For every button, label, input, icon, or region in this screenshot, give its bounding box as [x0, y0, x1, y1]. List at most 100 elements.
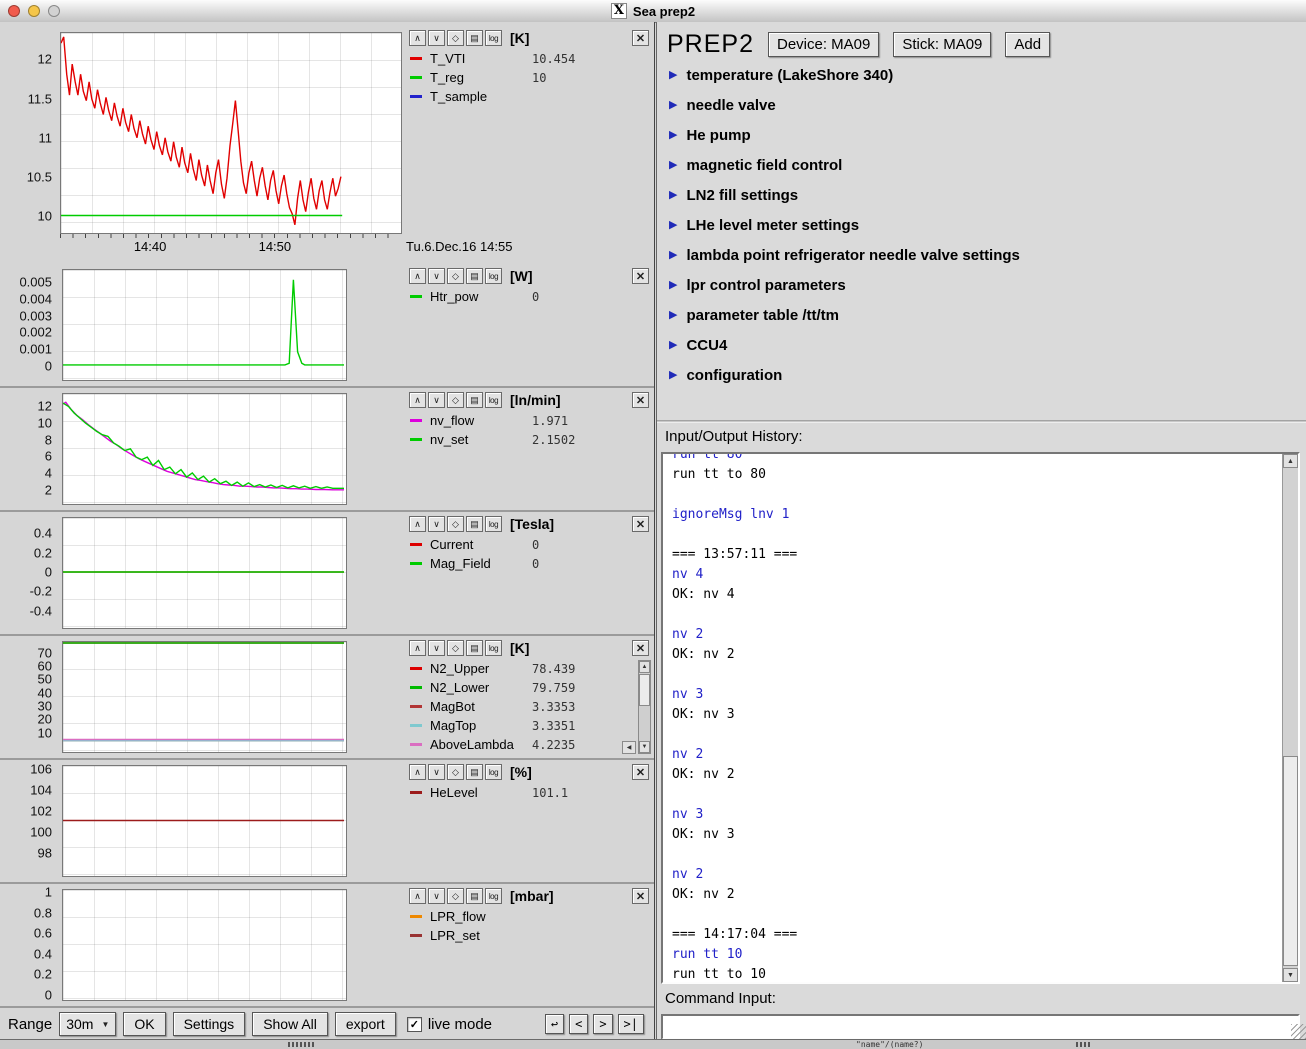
autoscale-button[interactable]: ◇: [447, 268, 464, 284]
plot-close-button[interactable]: ✕: [632, 640, 649, 656]
plot-canvas[interactable]: [62, 765, 347, 877]
legend-item[interactable]: LPR_set: [405, 926, 651, 945]
export-button[interactable]: export: [335, 1012, 396, 1036]
plot-close-button[interactable]: ✕: [632, 516, 649, 532]
expand-triangle-icon[interactable]: ▶: [669, 190, 677, 201]
tree-item[interactable]: ▶CCU4: [669, 330, 1296, 360]
scroll-thumb[interactable]: [1283, 756, 1298, 966]
expand-triangle-icon[interactable]: ▶: [669, 160, 677, 171]
plot-canvas[interactable]: [62, 269, 347, 381]
scroll-down-button[interactable]: ∨: [428, 888, 445, 904]
autoscale-button[interactable]: ◇: [447, 516, 464, 532]
add-button[interactable]: Add: [1005, 32, 1050, 57]
grid-button[interactable]: ▤: [466, 30, 483, 46]
plot-canvas[interactable]: [62, 889, 347, 1001]
grid-button[interactable]: ▤: [466, 888, 483, 904]
expand-triangle-icon[interactable]: ▶: [669, 130, 677, 141]
scroll-down-button[interactable]: ∨: [428, 268, 445, 284]
tree-item[interactable]: ▶He pump: [669, 120, 1296, 150]
io-history-console[interactable]: run tt 80run tt to 80 ignoreMsg lnv 1 ==…: [661, 452, 1300, 984]
plot-canvas[interactable]: [62, 641, 347, 753]
grid-button[interactable]: ▤: [466, 392, 483, 408]
legend-item[interactable]: Mag_Field0: [405, 554, 651, 573]
expand-triangle-icon[interactable]: ▶: [669, 340, 677, 351]
legend-item[interactable]: N2_Lower79.759: [405, 678, 637, 697]
autoscale-button[interactable]: ◇: [447, 640, 464, 656]
autoscale-button[interactable]: ◇: [447, 888, 464, 904]
window-minimize-button[interactable]: [28, 5, 40, 17]
jump-to-end-button[interactable]: >|: [618, 1014, 644, 1034]
legend-item[interactable]: MagBot3.3353: [405, 697, 637, 716]
command-input-field[interactable]: [661, 1014, 1300, 1040]
autoscale-button[interactable]: ◇: [447, 30, 464, 46]
scroll-up-button[interactable]: ∧: [409, 516, 426, 532]
range-select[interactable]: 30m ▼: [59, 1012, 116, 1036]
log-scale-button[interactable]: log: [485, 392, 502, 408]
legend-item[interactable]: T_reg10: [405, 68, 651, 87]
scroll-up-button[interactable]: ∧: [409, 640, 426, 656]
grid-button[interactable]: ▤: [466, 640, 483, 656]
legend-item[interactable]: nv_flow1.971: [405, 411, 651, 430]
device-button[interactable]: Device: MA09: [768, 32, 879, 57]
scroll-left-arrow[interactable]: ◀: [622, 741, 636, 754]
scroll-down-button[interactable]: ∨: [428, 30, 445, 46]
legend-item[interactable]: AboveLambda4.2235: [405, 735, 637, 754]
scroll-down-button[interactable]: ∨: [428, 640, 445, 656]
plot-close-button[interactable]: ✕: [632, 888, 649, 904]
legend-item[interactable]: Current0: [405, 535, 651, 554]
scroll-down-button[interactable]: ∨: [428, 764, 445, 780]
reset-view-button[interactable]: ↩: [545, 1014, 564, 1034]
scroll-up-button[interactable]: ∧: [409, 392, 426, 408]
legend-item[interactable]: HeLevel101.1: [405, 783, 651, 802]
window-titlebar[interactable]: X Sea prep2: [0, 0, 1306, 23]
scroll-up-button[interactable]: ∧: [409, 30, 426, 46]
expand-triangle-icon[interactable]: ▶: [669, 100, 677, 111]
scroll-up-arrow[interactable]: ▲: [1283, 454, 1298, 468]
log-scale-button[interactable]: log: [485, 640, 502, 656]
legend-item[interactable]: LPR_flow: [405, 907, 651, 926]
window-zoom-button[interactable]: [48, 5, 60, 17]
log-scale-button[interactable]: log: [485, 30, 502, 46]
expand-triangle-icon[interactable]: ▶: [669, 310, 677, 321]
expand-triangle-icon[interactable]: ▶: [669, 70, 677, 81]
tree-item[interactable]: ▶LHe level meter settings: [669, 210, 1296, 240]
tree-item[interactable]: ▶lambda point refrigerator needle valve …: [669, 240, 1296, 270]
expand-triangle-icon[interactable]: ▶: [669, 220, 677, 231]
plot-close-button[interactable]: ✕: [632, 392, 649, 408]
tree-item[interactable]: ▶lpr control parameters: [669, 270, 1296, 300]
window-close-button[interactable]: [8, 5, 20, 17]
scroll-up-arrow[interactable]: ▲: [639, 661, 650, 673]
tree-item[interactable]: ▶needle valve: [669, 90, 1296, 120]
log-scale-button[interactable]: log: [485, 516, 502, 532]
tree-item[interactable]: ▶LN2 fill settings: [669, 180, 1296, 210]
ok-button[interactable]: OK: [123, 1012, 165, 1036]
tree-item[interactable]: ▶temperature (LakeShore 340): [669, 60, 1296, 90]
log-scale-button[interactable]: log: [485, 888, 502, 904]
scroll-thumb[interactable]: [639, 674, 650, 706]
stick-button[interactable]: Stick: MA09: [893, 32, 991, 57]
scroll-down-button[interactable]: ∨: [428, 516, 445, 532]
step-forward-button[interactable]: >: [593, 1014, 612, 1034]
live-mode-checkbox[interactable]: ✓: [407, 1017, 422, 1032]
expand-triangle-icon[interactable]: ▶: [669, 250, 677, 261]
settings-button[interactable]: Settings: [173, 1012, 246, 1036]
scroll-up-button[interactable]: ∧: [409, 764, 426, 780]
scroll-up-button[interactable]: ∧: [409, 888, 426, 904]
legend-item[interactable]: Htr_pow0: [405, 287, 651, 306]
scroll-up-button[interactable]: ∧: [409, 268, 426, 284]
plot-close-button[interactable]: ✕: [632, 268, 649, 284]
show-all-button[interactable]: Show All: [252, 1012, 328, 1036]
legend-item[interactable]: MagTop3.3351: [405, 716, 637, 735]
grid-button[interactable]: ▤: [466, 516, 483, 532]
scroll-down-arrow[interactable]: ▼: [639, 741, 650, 753]
log-scale-button[interactable]: log: [485, 764, 502, 780]
scroll-down-arrow[interactable]: ▼: [1283, 968, 1298, 982]
expand-triangle-icon[interactable]: ▶: [669, 280, 677, 291]
grid-button[interactable]: ▤: [466, 764, 483, 780]
plot-canvas[interactable]: [62, 517, 347, 629]
plot-close-button[interactable]: ✕: [632, 764, 649, 780]
history-scrollbar[interactable]: ▲ ▼: [1282, 454, 1298, 982]
autoscale-button[interactable]: ◇: [447, 392, 464, 408]
step-back-button[interactable]: <: [569, 1014, 588, 1034]
expand-triangle-icon[interactable]: ▶: [669, 370, 677, 381]
